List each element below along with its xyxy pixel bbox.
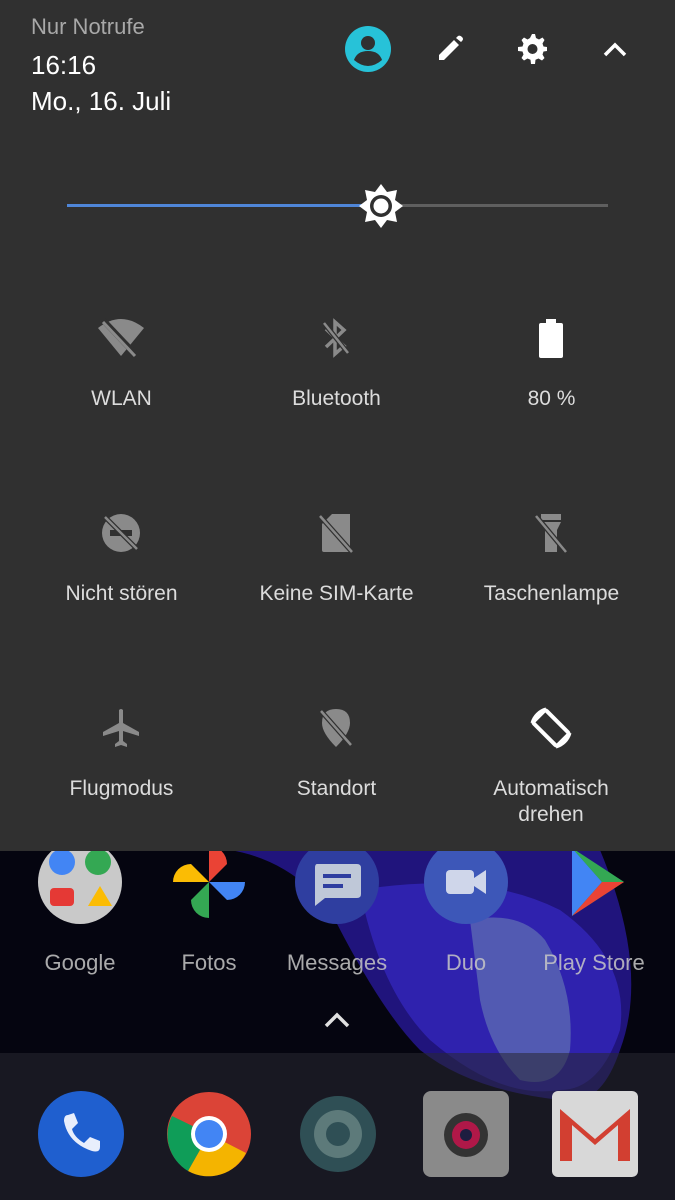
tile-label: Nicht stören: [65, 582, 178, 605]
tile-battery[interactable]: 80 %: [444, 314, 659, 464]
carrier-status: Nur Notrufe: [31, 14, 145, 39]
google-folder-icon: [38, 850, 122, 924]
brightness-slider[interactable]: [67, 182, 608, 230]
tile-label: Taschenlampe: [483, 582, 620, 605]
no-sim-icon: [312, 509, 360, 557]
airplane-icon: [97, 704, 145, 752]
edit-icon[interactable]: [425, 24, 475, 74]
settings-icon[interactable]: [507, 24, 557, 74]
tile-no-sim[interactable]: Keine SIM-Karte: [229, 509, 444, 659]
gmail-icon[interactable]: [552, 1091, 638, 1177]
settings-app-icon[interactable]: [295, 1091, 381, 1177]
tile-label: Standort: [296, 777, 377, 800]
chrome-icon[interactable]: [166, 1091, 252, 1177]
wifi-off-icon: [97, 314, 145, 362]
play-store-icon: [552, 850, 636, 924]
phone-icon[interactable]: [38, 1091, 124, 1177]
clock[interactable]: 16:16: [31, 50, 96, 81]
app-label: Play Store: [543, 950, 645, 975]
messages-icon: [295, 850, 379, 924]
brightness-fill: [67, 204, 381, 207]
brightness-thumb[interactable]: [357, 182, 405, 230]
tile-flashlight[interactable]: Taschenlampe: [444, 509, 659, 659]
do-not-disturb-icon: [97, 509, 145, 557]
tile-label: WLAN: [91, 387, 152, 410]
collapse-icon[interactable]: [590, 24, 640, 74]
app-label: Messages: [286, 950, 388, 975]
app-play-store[interactable]: Play Store: [530, 850, 658, 1000]
app-fotos[interactable]: Fotos: [145, 850, 273, 1000]
tile-label: Keine SIM-Karte: [259, 582, 414, 605]
dock: [0, 1053, 675, 1200]
duo-icon: [424, 850, 508, 924]
app-label: Fotos: [181, 950, 237, 975]
app-label: Google: [44, 950, 116, 975]
camera-icon[interactable]: [423, 1091, 509, 1177]
tile-auto-rotate[interactable]: Automatisch drehen: [444, 704, 659, 854]
tile-label: Automatisch drehen: [493, 777, 609, 826]
flashlight-off-icon: [527, 509, 575, 557]
location-off-icon: [312, 704, 360, 752]
home-screen: Google Fotos Messages Duo Play Store: [0, 850, 675, 1200]
tile-location[interactable]: Standort: [229, 704, 444, 854]
date[interactable]: Mo., 16. Juli: [31, 86, 171, 117]
bluetooth-off-icon: [312, 314, 360, 362]
battery-icon: [527, 314, 575, 362]
tile-label: 80 %: [527, 387, 576, 410]
quick-settings-panel: Nur Notrufe 16:16 Mo., 16. Juli WLAN Blu…: [0, 0, 675, 851]
app-messages[interactable]: Messages: [273, 850, 401, 1000]
tile-bluetooth[interactable]: Bluetooth: [229, 314, 444, 464]
tile-wlan[interactable]: WLAN: [14, 314, 229, 464]
app-drawer-chevron-icon[interactable]: [322, 1010, 352, 1035]
app-duo[interactable]: Duo: [402, 850, 530, 1000]
tile-do-not-disturb[interactable]: Nicht stören: [14, 509, 229, 659]
auto-rotate-icon: [527, 704, 575, 752]
tile-airplane[interactable]: Flugmodus: [14, 704, 229, 854]
tile-label: Bluetooth: [292, 387, 381, 410]
app-label: Duo: [445, 950, 487, 975]
app-google[interactable]: Google: [16, 850, 144, 1000]
account-icon[interactable]: [343, 24, 393, 74]
photos-icon: [167, 850, 251, 924]
tile-label: Flugmodus: [69, 777, 174, 800]
